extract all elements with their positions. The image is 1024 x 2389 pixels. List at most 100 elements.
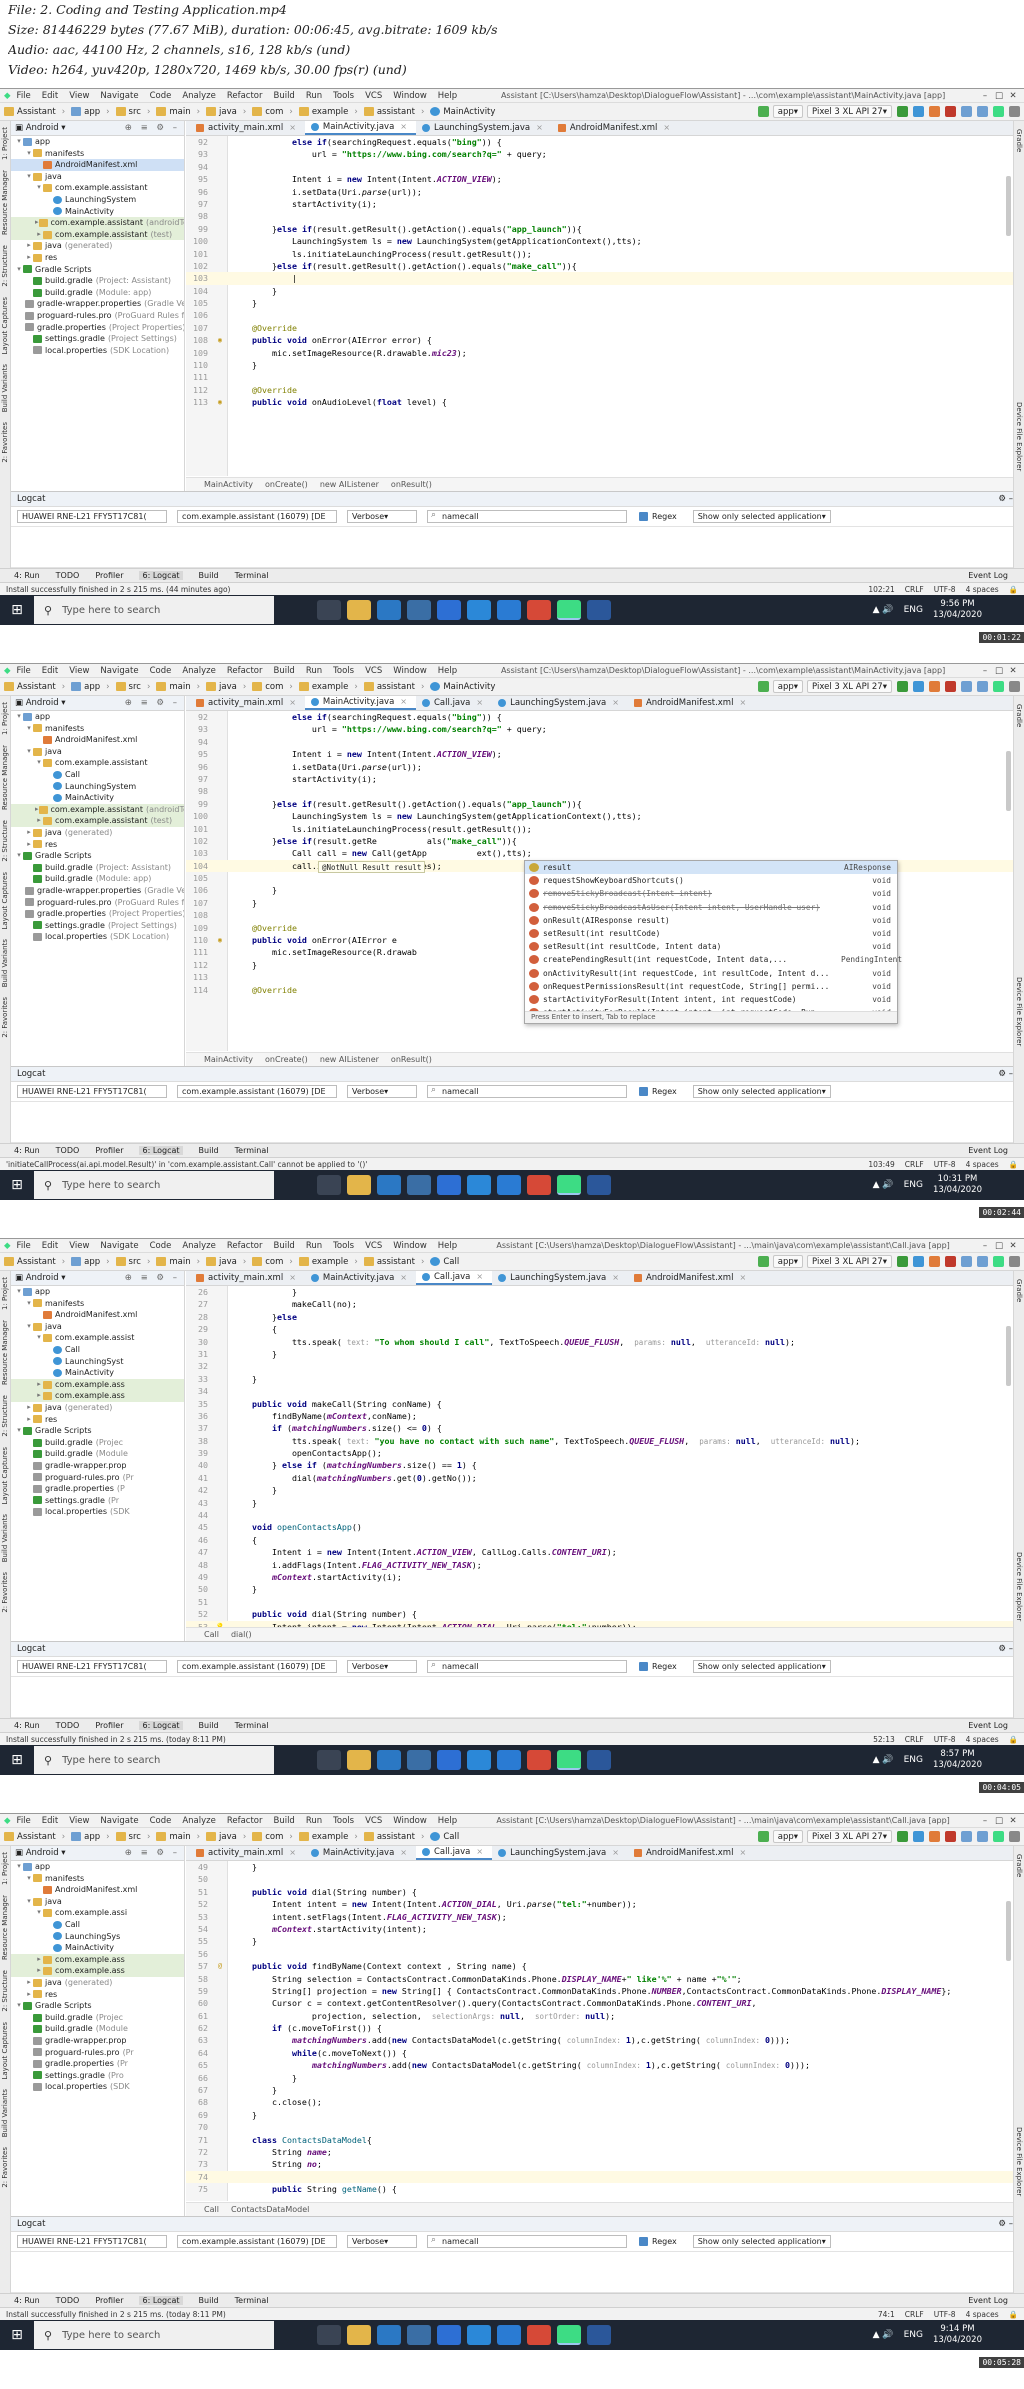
menu-help[interactable]: Help bbox=[438, 666, 457, 676]
file-encoding[interactable]: UTF-8 bbox=[934, 585, 956, 594]
process-select[interactable]: com.example.assistant (16079) [DE bbox=[177, 2235, 337, 2248]
project-tree-item[interactable]: ▾ app bbox=[11, 1861, 184, 1873]
project-tree-item[interactable]: MainActivity bbox=[11, 792, 184, 804]
profile-icon[interactable] bbox=[929, 681, 940, 692]
store-icon[interactable] bbox=[407, 1750, 431, 1770]
menu-refactor[interactable]: Refactor bbox=[227, 91, 263, 101]
project-tree-item[interactable]: ▸ com.example.ass bbox=[11, 1378, 184, 1391]
project-tree-item[interactable]: ▾ app bbox=[11, 1286, 184, 1298]
chrome-icon[interactable] bbox=[527, 1175, 551, 1195]
breadcrumb-item[interactable]: src › bbox=[115, 682, 150, 692]
code-breadcrumb-item[interactable]: onCreate() bbox=[265, 1055, 308, 1064]
breadcrumb-item[interactable]: assistant › bbox=[363, 682, 424, 692]
breadcrumb-item[interactable]: example › bbox=[298, 1832, 358, 1842]
device-select[interactable]: HUAWEI RNE-L21 FFY5T17C81( bbox=[17, 1660, 167, 1673]
system-tray-icons[interactable]: ▲ 🔊 bbox=[873, 2330, 894, 2340]
close-tab-icon[interactable]: × bbox=[289, 1271, 296, 1285]
cursor-position[interactable]: 103:49 bbox=[868, 1160, 894, 1169]
editor-scrollbar[interactable] bbox=[1006, 751, 1011, 811]
tool-window-tab[interactable]: Profiler bbox=[95, 1721, 123, 1730]
project-tree-item[interactable]: ▾ com.example.assi bbox=[11, 1907, 184, 1919]
logcat-search-input[interactable]: namecall bbox=[427, 510, 627, 523]
project-tree-item[interactable]: ▾ java bbox=[11, 1896, 184, 1908]
sdk-manager-icon[interactable] bbox=[993, 106, 1004, 117]
lock-icon[interactable]: 🔒 bbox=[1009, 585, 1018, 594]
project-tree-item[interactable]: AndroidManifest.xml bbox=[11, 1309, 184, 1321]
project-tree-item[interactable]: ▾ app bbox=[11, 711, 184, 723]
tool-window-button[interactable]: Device File Explorer bbox=[1015, 2127, 1023, 2196]
sdk-manager-icon[interactable] bbox=[993, 681, 1004, 692]
android-studio-icon[interactable] bbox=[557, 2325, 581, 2345]
project-tree-item[interactable]: ▸ res bbox=[11, 1989, 184, 2001]
project-tree-item[interactable]: ▾ Gradle Scripts bbox=[11, 1425, 184, 1437]
indent-setting[interactable]: 4 spaces bbox=[966, 585, 999, 594]
project-tree-item[interactable]: LaunchingSystem bbox=[11, 194, 184, 206]
project-tree-item[interactable]: Call bbox=[11, 1919, 184, 1931]
device-select[interactable]: Pixel 3 XL API 27 ▾ bbox=[807, 105, 892, 118]
editor-tab[interactable]: MainActivity.java × bbox=[304, 696, 416, 710]
code-breadcrumb-item[interactable]: Call bbox=[204, 2205, 219, 2214]
search-icon[interactable] bbox=[1009, 106, 1020, 117]
word-icon[interactable] bbox=[587, 2325, 611, 2345]
gutter-marker-icon[interactable]: ◉ bbox=[212, 396, 228, 408]
menu-view[interactable]: View bbox=[69, 1241, 89, 1251]
menu-view[interactable]: View bbox=[69, 1816, 89, 1826]
code-breadcrumb-item[interactable]: new AIListener bbox=[320, 480, 379, 489]
sdk-manager-icon[interactable] bbox=[993, 1256, 1004, 1267]
stop-icon[interactable] bbox=[945, 1256, 956, 1267]
stop-icon[interactable] bbox=[945, 1831, 956, 1842]
code-breadcrumb-item[interactable]: Call bbox=[204, 1630, 219, 1639]
breadcrumb-item[interactable]: MainActivity bbox=[430, 107, 495, 117]
tool-window-tab[interactable]: 6: Logcat bbox=[139, 2296, 183, 2305]
event-log-button[interactable]: Event Log bbox=[968, 571, 1008, 580]
breadcrumb-item[interactable]: com › bbox=[252, 107, 293, 117]
project-tree-item[interactable]: settings.gradle (Project Settings) bbox=[11, 333, 184, 345]
autocomplete-item[interactable]: result AIResponse bbox=[525, 861, 897, 875]
explorer-icon[interactable] bbox=[347, 1750, 371, 1770]
tool-window-tab[interactable]: 4: Run bbox=[14, 571, 40, 580]
regex-checkbox[interactable] bbox=[639, 512, 648, 521]
lock-icon[interactable]: 🔒 bbox=[1009, 2310, 1018, 2319]
editor-scrollbar[interactable] bbox=[1006, 1326, 1011, 1386]
regex-checkbox[interactable] bbox=[639, 1662, 648, 1671]
android-studio-icon[interactable] bbox=[557, 1750, 581, 1770]
lock-icon[interactable]: 🔒 bbox=[1009, 1735, 1018, 1744]
minimize-icon[interactable]: – bbox=[978, 666, 992, 676]
project-view-select[interactable]: ▣ Android ▾ bbox=[15, 698, 125, 708]
tool-window-button[interactable]: Layout Captures bbox=[1, 872, 9, 930]
run-config-select[interactable]: app ▾ bbox=[772, 105, 804, 118]
run-config-select[interactable]: app ▾ bbox=[772, 1255, 804, 1268]
logcat-filter-select[interactable]: Show only selected application ▾ bbox=[692, 2235, 831, 2248]
task-view-icon[interactable] bbox=[317, 2325, 341, 2345]
device-select[interactable]: HUAWEI RNE-L21 FFY5T17C81( bbox=[17, 2235, 167, 2248]
close-tab-icon[interactable]: × bbox=[400, 1271, 407, 1285]
panel-options-icon[interactable]: ⊕ ≡ ⚙ – bbox=[125, 698, 180, 708]
system-tray-icons[interactable]: ▲ 🔊 bbox=[873, 1755, 894, 1765]
taskbar-clock[interactable]: 9:56 PM 13/04/2020 bbox=[933, 599, 982, 621]
breadcrumb-item[interactable]: Assistant › bbox=[4, 682, 65, 692]
android-studio-icon[interactable] bbox=[557, 1175, 581, 1195]
project-tree-item[interactable]: local.properties (SDK Location) bbox=[11, 931, 184, 943]
task-view-icon[interactable] bbox=[317, 1175, 341, 1195]
tool-window-tab[interactable]: Terminal bbox=[235, 1146, 269, 1155]
menu-window[interactable]: Window bbox=[393, 666, 427, 676]
breadcrumb-item[interactable]: main › bbox=[156, 1257, 200, 1267]
menu-refactor[interactable]: Refactor bbox=[227, 1241, 263, 1251]
tool-window-button[interactable]: 1: Project bbox=[1, 127, 9, 160]
project-tree-item[interactable]: ▾ com.example.assistant bbox=[11, 182, 184, 194]
profile-icon[interactable] bbox=[929, 1831, 940, 1842]
explorer-icon[interactable] bbox=[347, 600, 371, 620]
sync-icon[interactable] bbox=[961, 681, 972, 692]
cortana-icon[interactable] bbox=[287, 2325, 311, 2345]
project-tree-item[interactable]: local.properties (SDK Location) bbox=[11, 345, 184, 357]
breadcrumb-item[interactable]: src › bbox=[115, 1832, 150, 1842]
project-tree-item[interactable]: ▾ app bbox=[11, 136, 184, 148]
project-tree-item[interactable]: local.properties (SDK bbox=[11, 1506, 184, 1518]
event-log-button[interactable]: Event Log bbox=[968, 2296, 1008, 2305]
editor-tab[interactable]: AndroidManifest.xml × bbox=[628, 1271, 755, 1285]
cursor-position[interactable]: 102:21 bbox=[868, 585, 894, 594]
close-tab-icon[interactable]: × bbox=[289, 696, 296, 710]
tool-window-button[interactable]: Build Variants bbox=[1, 939, 9, 987]
project-tree-item[interactable]: ▸ com.example.assistant(androidTest) bbox=[11, 803, 184, 816]
settings-icon[interactable]: ⚙ – bbox=[998, 1069, 1013, 1079]
